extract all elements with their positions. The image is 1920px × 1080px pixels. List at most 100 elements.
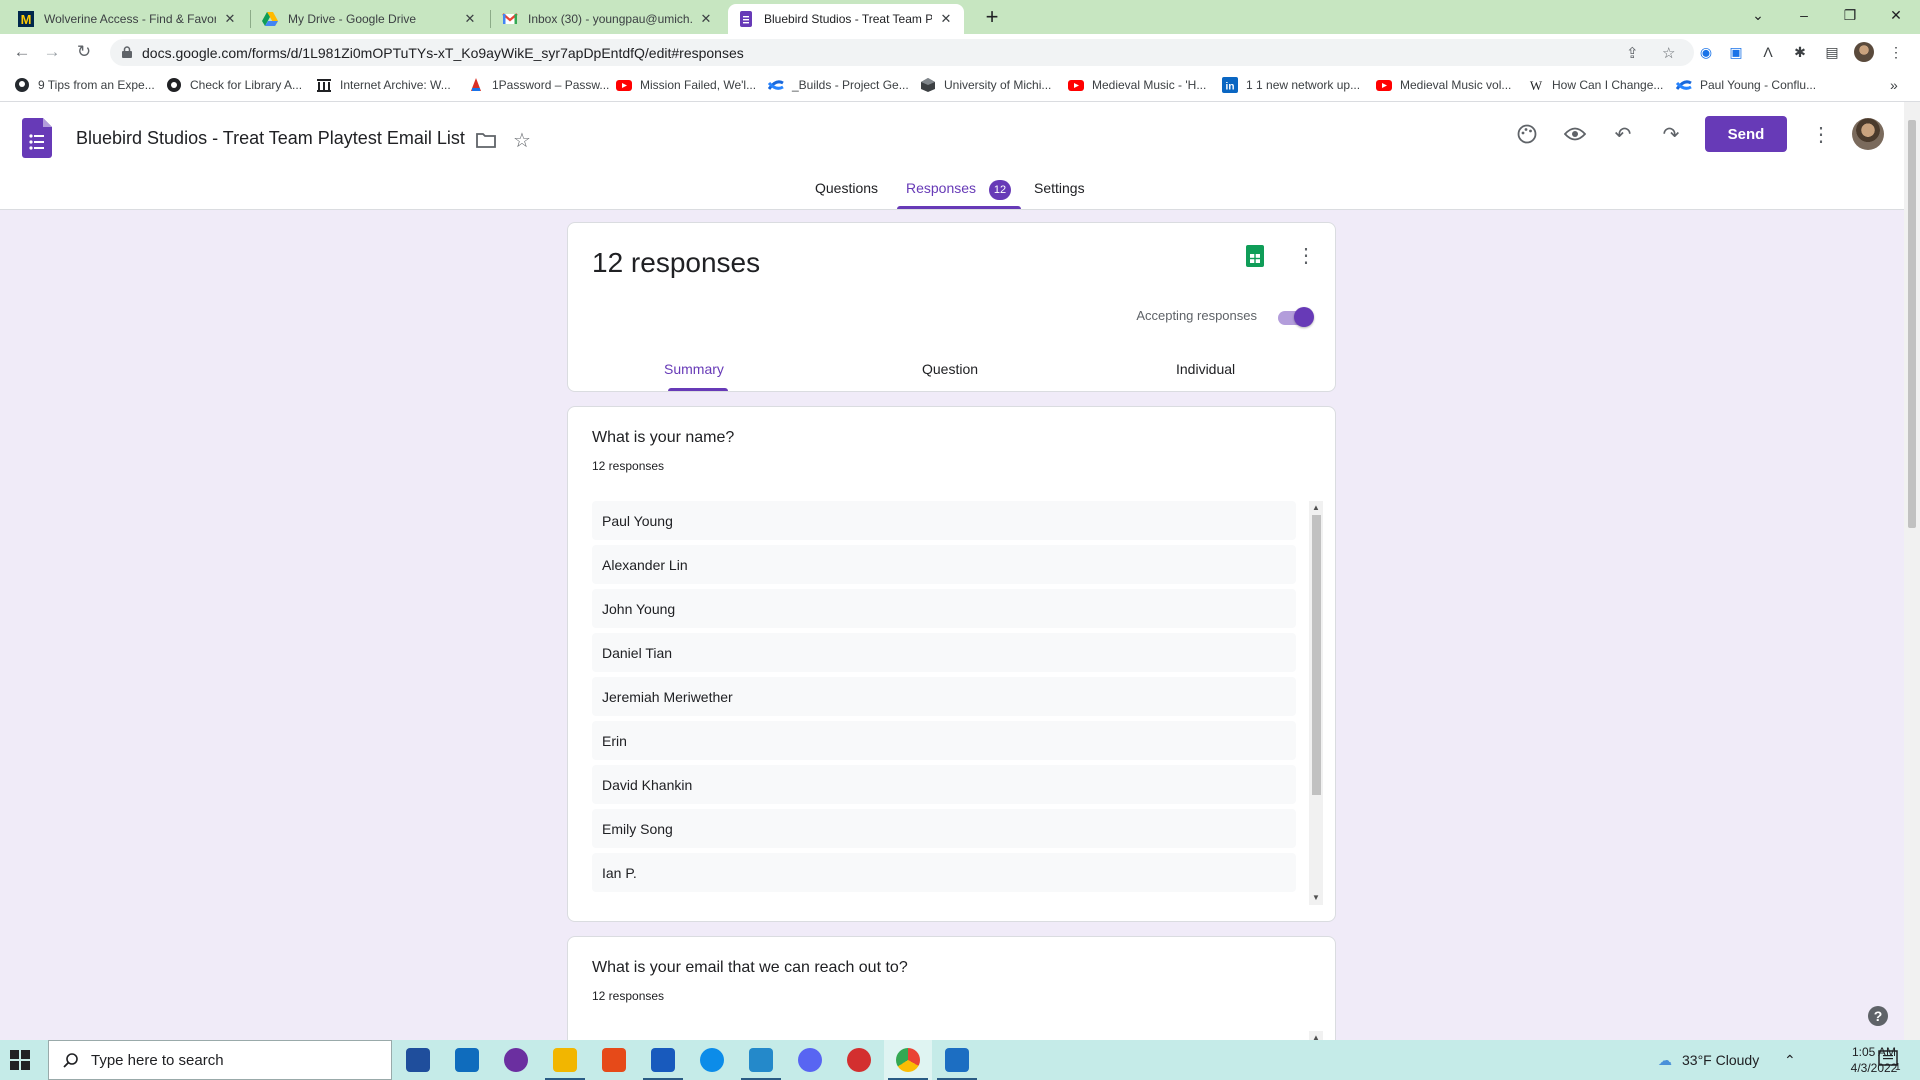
bookmark-item[interactable]: W How Can I Change...	[1528, 77, 1664, 93]
more-vert-icon[interactable]: ⋮	[1296, 243, 1316, 268]
side-panel-icon[interactable]: ▤	[1822, 42, 1842, 62]
redo-icon[interactable]: ↷	[1653, 116, 1689, 152]
file-explorer-icon[interactable]	[553, 1048, 577, 1072]
mail-icon[interactable]	[455, 1048, 479, 1072]
bookmark-label: 1 1 new network up...	[1246, 78, 1361, 92]
forward-arrow-icon[interactable]: →	[40, 40, 64, 64]
vscode-icon[interactable]	[749, 1048, 773, 1072]
send-button[interactable]: Send	[1705, 116, 1787, 152]
chrome-menu-icon[interactable]: ⋮	[1886, 42, 1906, 62]
star-icon[interactable]: ☆	[504, 122, 540, 158]
browser-tab-gmail[interactable]: Inbox (30) - youngpau@umich.ec ✕	[492, 4, 724, 34]
bookmarks-overflow-icon[interactable]: »	[1890, 77, 1898, 93]
onepassword-icon	[468, 77, 484, 93]
bookmark-item[interactable]: Medieval Music vol...	[1376, 77, 1511, 93]
bookmark-label: Mission Failed, We'l...	[640, 78, 757, 92]
back-arrow-icon[interactable]: ←	[10, 40, 34, 64]
question-title: What is your name?	[592, 429, 735, 446]
windows-start-icon[interactable]	[10, 1050, 30, 1070]
chrome-icon[interactable]	[896, 1048, 920, 1072]
bookmark-item[interactable]: 1Password – Passw...	[468, 77, 609, 93]
folder-icon[interactable]	[468, 122, 504, 158]
bookmark-item[interactable]: Internet Archive: W...	[316, 77, 451, 93]
window-close-icon[interactable]: ✕	[1873, 0, 1919, 30]
page-scrollbar[interactable]	[1904, 102, 1920, 1040]
bookmark-item[interactable]: Medieval Music - 'H...	[1068, 77, 1206, 93]
list-item: Alexander Lin	[592, 545, 1296, 584]
restore-icon[interactable]: ❐	[1827, 0, 1873, 30]
form-title[interactable]: Bluebird Studios - Treat Team Playtest E…	[76, 128, 465, 149]
list-item: Paul Young	[592, 501, 1296, 540]
close-icon[interactable]: ✕	[698, 11, 714, 27]
help-icon[interactable]: ?	[1868, 1006, 1888, 1026]
youtube-icon	[1376, 77, 1392, 93]
internet-archive-icon	[316, 77, 332, 93]
bookmark-item[interactable]: 9 Tips from an Expe...	[14, 77, 155, 93]
office-icon[interactable]	[602, 1048, 626, 1072]
github-desktop-icon[interactable]	[504, 1048, 528, 1072]
photos-icon[interactable]	[945, 1048, 969, 1072]
umich-m-icon: M	[18, 11, 34, 27]
bookmark-label: Check for Library A...	[190, 78, 303, 92]
bookmark-star-icon[interactable]: ☆	[1662, 44, 1675, 62]
address-bar[interactable]: docs.google.com/forms/d/1L981Zi0mOPTuTYs…	[110, 39, 1694, 66]
google-sheets-icon[interactable]	[1246, 245, 1264, 267]
answer-list-scrollbar[interactable]: ▲ ▼	[1309, 501, 1323, 905]
close-icon[interactable]: ✕	[462, 11, 478, 27]
subtab-question[interactable]: Question	[922, 361, 978, 377]
bookmark-item[interactable]: _Builds - Project Ge...	[768, 77, 909, 93]
scrollbar-thumb[interactable]	[1908, 120, 1916, 528]
responses-count-badge: 12	[989, 180, 1011, 200]
edge-icon[interactable]	[700, 1048, 724, 1072]
scroll-up-arrow-icon[interactable]: ▲	[1312, 503, 1320, 512]
undo-icon[interactable]: ↶	[1605, 116, 1641, 152]
cloud-weather-icon[interactable]: ☁	[1658, 1052, 1672, 1069]
extensions-puzzle-icon[interactable]: ✱	[1790, 42, 1810, 62]
bookmark-item[interactable]: Mission Failed, We'l...	[616, 77, 756, 93]
browser-tab-wolverine-access[interactable]: M Wolverine Access - Find & Favori ✕	[8, 4, 248, 34]
tab-questions[interactable]: Questions	[815, 180, 878, 196]
tab-settings[interactable]: Settings	[1034, 180, 1085, 196]
bookmark-item[interactable]: in 1 1 new network up...	[1222, 77, 1360, 93]
responses-summary-card: 12 responses ⋮ Accepting responses Summa…	[567, 222, 1336, 392]
subtab-summary[interactable]: Summary	[664, 361, 724, 377]
extension-a-icon[interactable]: Λ	[1758, 42, 1778, 62]
app-icon[interactable]	[847, 1048, 871, 1072]
scroll-down-arrow-icon[interactable]: ▼	[1312, 893, 1320, 902]
share-icon[interactable]: ⇪	[1626, 44, 1639, 62]
word-icon[interactable]	[651, 1048, 675, 1072]
new-tab-plus-icon[interactable]: +	[978, 6, 1006, 30]
answer-list[interactable]: Paul Young Alexander Lin John Young Dani…	[592, 501, 1296, 901]
preview-eye-icon[interactable]	[1557, 116, 1593, 152]
close-icon[interactable]: ✕	[938, 11, 954, 27]
bookmark-label: Medieval Music vol...	[1400, 78, 1512, 92]
task-view-icon[interactable]	[406, 1048, 430, 1072]
reload-icon[interactable]: ↻	[72, 40, 96, 64]
lock-icon	[122, 46, 132, 58]
avatar[interactable]	[1852, 118, 1884, 150]
google-forms-icon[interactable]	[22, 118, 52, 158]
tab-search-chevron-icon[interactable]: ⌄	[1735, 0, 1781, 30]
palette-icon[interactable]	[1509, 116, 1545, 152]
bookmark-item[interactable]: Check for Library A...	[166, 77, 302, 93]
bookmark-item[interactable]: University of Michi...	[920, 77, 1051, 93]
profile-avatar-icon[interactable]	[1854, 42, 1874, 62]
linkedin-icon: in	[1222, 77, 1238, 93]
taskbar-search-input[interactable]: Type here to search	[48, 1040, 392, 1080]
browser-tab-google-forms[interactable]: Bluebird Studios - Treat Team Pla ✕	[728, 4, 964, 34]
subtab-individual[interactable]: Individual	[1176, 361, 1235, 377]
windows-taskbar: Type here to search ☁ 33°F Cloudy ⌃ 1:05…	[0, 1040, 1920, 1080]
weather-text[interactable]: 33°F Cloudy	[1682, 1052, 1759, 1068]
tray-overflow-chevron-icon[interactable]: ⌃	[1784, 1052, 1796, 1069]
minimize-icon[interactable]: –	[1781, 0, 1827, 30]
tab-responses[interactable]: Responses	[906, 180, 976, 196]
discord-icon[interactable]	[798, 1048, 822, 1072]
more-vert-icon[interactable]: ⋮	[1803, 116, 1839, 152]
extension-screen-icon[interactable]: ▣	[1726, 42, 1746, 62]
bookmark-item[interactable]: Paul Young - Conflu...	[1676, 77, 1816, 93]
browser-tab-google-drive[interactable]: My Drive - Google Drive ✕	[252, 4, 488, 34]
extension-shield-icon[interactable]: ◉	[1696, 42, 1716, 62]
scrollbar-thumb[interactable]	[1312, 515, 1321, 795]
close-icon[interactable]: ✕	[222, 11, 238, 27]
accepting-responses-toggle[interactable]	[1276, 306, 1314, 328]
